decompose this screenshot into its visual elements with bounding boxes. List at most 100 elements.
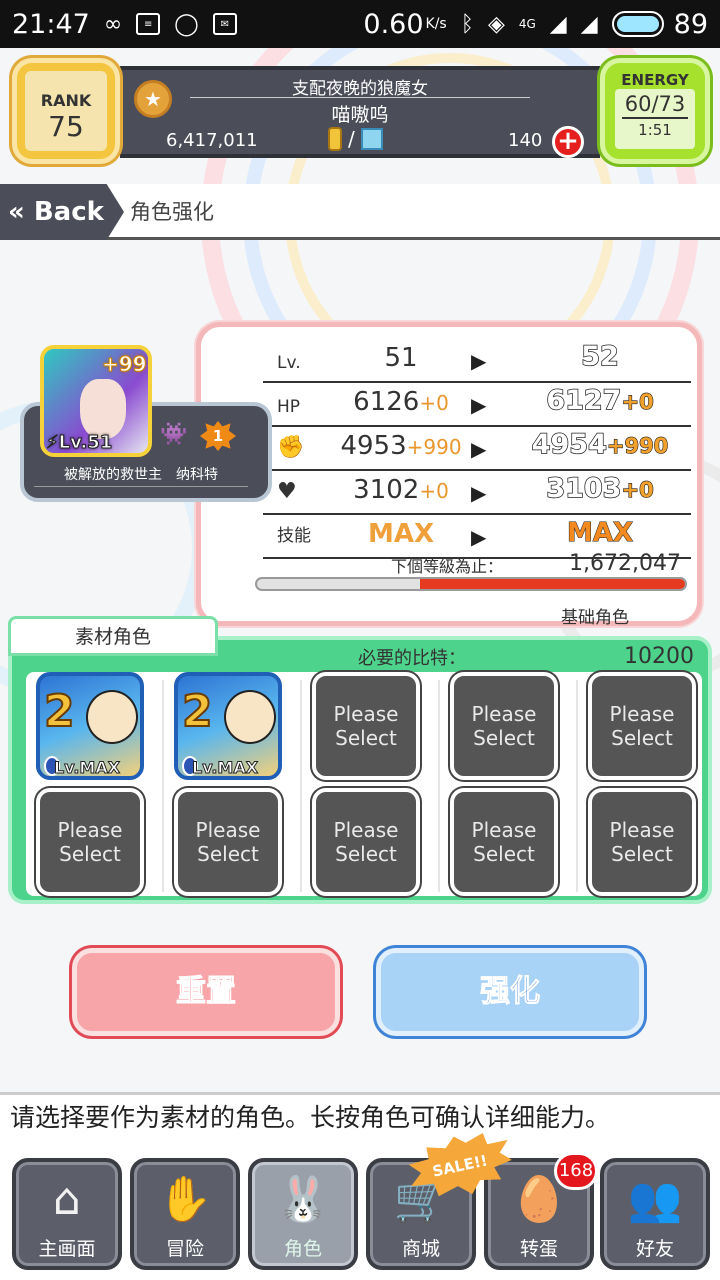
- battery-level: 89: [673, 8, 708, 40]
- player-name: 喵嗷呜: [331, 104, 389, 126]
- stat-next: MAX: [566, 518, 634, 549]
- friends-icon: 👥: [627, 1174, 683, 1225]
- back-button[interactable]: « Back: [0, 184, 124, 240]
- status-time: 21:47: [12, 8, 90, 40]
- exp-progress-fill: [419, 579, 685, 589]
- add-currency-button[interactable]: +: [552, 126, 584, 158]
- material-slot-empty[interactable]: Please Select: [36, 788, 144, 896]
- gem-count: 140: [508, 130, 543, 151]
- rank-value: 75: [48, 110, 84, 143]
- stat-row-level: Lv. 51 ▶ 52: [263, 339, 691, 383]
- gacha-count-badge: 168: [554, 1152, 598, 1190]
- base-character-label: 基础角色: [561, 608, 629, 628]
- rank-box: RANK 75: [12, 58, 120, 164]
- stat-current: 51: [384, 343, 418, 373]
- signal-4g-icon: 4G: [518, 17, 536, 31]
- player-header: ★ 支配夜晚的狼魔女 喵嗷呜 6,417,011 / 140 + RANK 75…: [0, 48, 720, 172]
- arrow-right-icon: ▶: [471, 393, 487, 417]
- energy-timer: 1:51: [638, 121, 672, 139]
- rabbit-icon: 🐰: [275, 1174, 331, 1225]
- chip-icon: [328, 127, 342, 151]
- arrow-right-icon: ▶: [471, 525, 487, 549]
- stat-label: 技能: [277, 526, 311, 546]
- required-bits-value: 10200: [624, 644, 694, 669]
- next-level-value: 1,672,047: [569, 551, 681, 576]
- material-slot-empty[interactable]: Please Select: [450, 672, 558, 780]
- mail-icon: ✉: [212, 13, 237, 35]
- stat-label: HP: [277, 397, 301, 417]
- stat-current: 4953+990: [340, 431, 462, 461]
- stat-next: 6127+0: [546, 384, 655, 417]
- player-info-bar: ★ 支配夜晚的狼魔女 喵嗷呜 6,417,011 / 140 +: [120, 66, 600, 158]
- stat-next: 52: [580, 340, 619, 373]
- exp-progress-bar: [255, 577, 687, 591]
- stat-row-hp: HP 6126+0 ▶ 6127+0: [263, 383, 691, 427]
- material-slot-empty[interactable]: Please Select: [450, 788, 558, 896]
- plus-tag: +99: [102, 352, 148, 377]
- stat-current: 6126+0: [353, 387, 449, 417]
- material-slot-empty[interactable]: Please Select: [174, 788, 282, 896]
- home-icon: ⌂: [53, 1174, 81, 1225]
- news-icon: ≡: [136, 13, 161, 35]
- material-panel: 必要的比特： 10200 2 Lv.MAX 2 Lv.MAX Please Sel…: [8, 636, 712, 904]
- next-level-label: 下個等級為止：: [391, 557, 504, 576]
- cube-icon: [360, 128, 383, 150]
- navigation-bar: « Back 角色强化: [0, 184, 720, 240]
- handshake-icon: ✋: [157, 1174, 213, 1225]
- stat-label: Lv.: [277, 353, 301, 373]
- nav-character[interactable]: 🐰 角色: [248, 1158, 358, 1270]
- bluetooth-icon: ᛒ: [460, 11, 474, 37]
- fist-icon: ✊: [277, 435, 305, 460]
- back-label: Back: [33, 197, 104, 227]
- energy-label: ENERGY: [621, 71, 689, 89]
- hint-text: 请选择要作为素材的角色。长按角色可确认详细能力。: [0, 1092, 720, 1140]
- material-slot-empty[interactable]: Please Select: [312, 672, 420, 780]
- stat-row-heal: ♥ 3102+0 ▶ 3103+0: [263, 471, 691, 515]
- lightning-icon: ⚡: [46, 432, 60, 454]
- stat-row-attack: ✊ 4953+990 ▶ 4954+990: [263, 427, 691, 471]
- arrow-right-icon: ▶: [471, 349, 487, 373]
- status-bar: 21:47 ∞ ≡ ◯ ✉ 0.60 K/s ᛒ ◈ 4G ◢ ◢ 89: [0, 0, 720, 48]
- material-tab: 素材角色: [8, 616, 218, 656]
- required-bits-label: 必要的比特：: [358, 648, 466, 669]
- material-slot-empty[interactable]: Please Select: [588, 672, 696, 780]
- rank-label: RANK: [40, 91, 92, 110]
- diamond-icon: ◈: [487, 11, 505, 37]
- medal-icon[interactable]: ★: [134, 80, 172, 118]
- double-chevron-left-icon: «: [8, 197, 25, 227]
- player-title: 支配夜晚的狼魔女: [292, 79, 428, 99]
- network-speed-unit: K/s: [425, 16, 447, 32]
- money-value: 6,417,011: [166, 130, 258, 151]
- nav-friends[interactable]: 👥 好友: [600, 1158, 710, 1270]
- infinity-icon: ∞: [103, 11, 123, 37]
- material-slot-filled[interactable]: 2 Lv.MAX: [174, 672, 282, 780]
- qq-icon: ◯: [174, 11, 199, 37]
- breadcrumb: 角色强化: [130, 200, 214, 224]
- stat-next: 4954+990: [531, 428, 669, 461]
- battery-icon: [611, 11, 664, 37]
- material-slot-empty[interactable]: Please Select: [312, 788, 420, 896]
- energy-box[interactable]: ENERGY 60/73 1:51: [600, 58, 710, 164]
- enhance-button[interactable]: 强化: [376, 948, 644, 1036]
- material-slot-empty[interactable]: Please Select: [588, 788, 696, 896]
- material-slots: 2 Lv.MAX 2 Lv.MAX Please Select Please Sel…: [26, 672, 702, 896]
- nav-home[interactable]: ⌂ 主画面: [12, 1158, 122, 1270]
- arrow-right-icon: ▶: [471, 481, 487, 505]
- invader-icon: 👾: [160, 422, 188, 447]
- character-name: 被解放的救世主 纳科特: [64, 467, 218, 483]
- stat-next: 3103+0: [546, 472, 655, 505]
- signal-icon: ◢: [549, 11, 567, 37]
- network-speed: 0.60: [363, 8, 424, 40]
- material-slot-filled[interactable]: 2 Lv.MAX: [36, 672, 144, 780]
- heart-icon: ♥: [277, 479, 297, 504]
- signal-2-icon: ◢: [580, 11, 598, 37]
- character-level: ⚡Lv.51: [46, 432, 113, 454]
- currency-separator: /: [348, 127, 355, 151]
- title-divider: [190, 97, 530, 98]
- stat-current: MAX: [367, 519, 435, 549]
- nav-adventure[interactable]: ✋ 冒险: [130, 1158, 240, 1270]
- arrow-right-icon: ▶: [471, 437, 487, 461]
- stat-current: 3102+0: [353, 475, 449, 505]
- reset-button[interactable]: 重置: [72, 948, 340, 1036]
- energy-value: 60/73: [624, 92, 686, 116]
